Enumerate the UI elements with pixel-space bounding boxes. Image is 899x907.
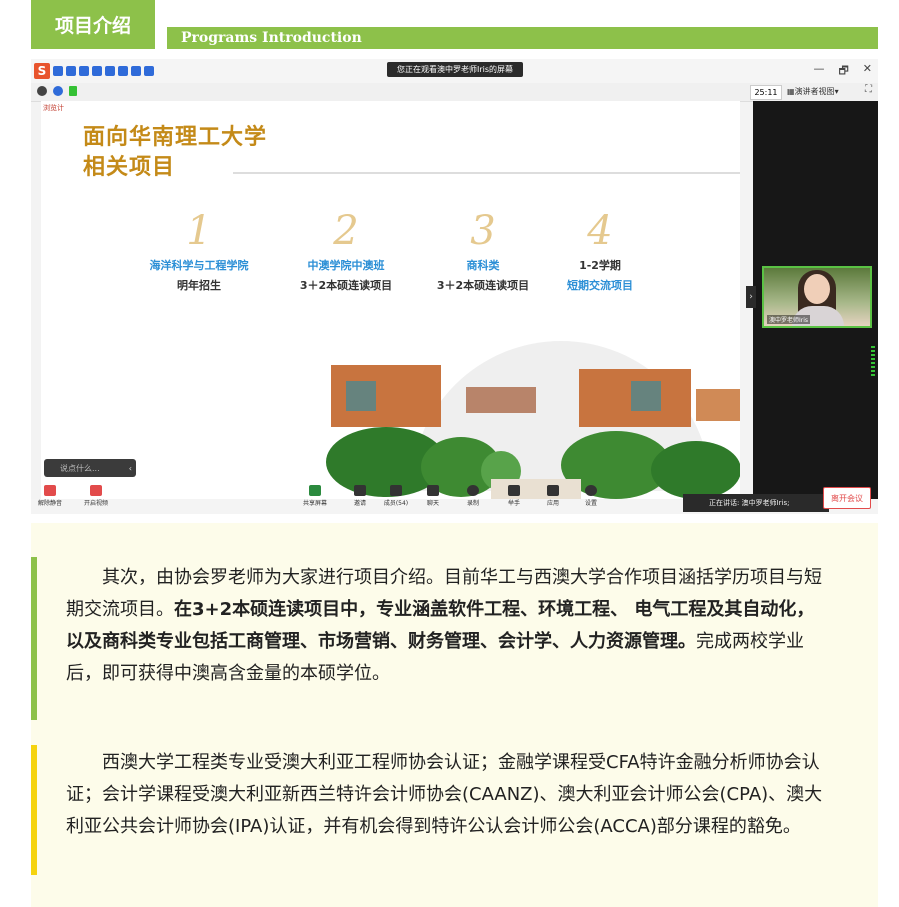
lang-icon[interactable] xyxy=(53,66,63,76)
program-item: 1 海洋科学与工程学院 明年招生 xyxy=(124,209,274,293)
mute-button[interactable]: 解除静音 xyxy=(33,485,67,507)
grid-icon[interactable] xyxy=(144,66,154,76)
slide-title-line1: 面向华南理工大学 xyxy=(83,125,268,150)
section-subtitle: Programs Introduction xyxy=(167,27,878,49)
emoji-icon[interactable] xyxy=(79,66,89,76)
members-button[interactable]: 成员(54) xyxy=(379,485,413,507)
info-icon[interactable] xyxy=(37,86,47,96)
chat-button[interactable]: 聊天 xyxy=(416,485,450,507)
shared-slide: 浏览计 面向华南理工大学 相关项目 1 海洋科学与工程学院 明年招生 2 中澳学… xyxy=(41,101,740,499)
apps-button[interactable]: 应用 xyxy=(536,485,570,507)
chat-label: 聊天 xyxy=(426,500,439,507)
status-bar: 25:11 ▦ 演讲者视图 ▾ ⛶ xyxy=(31,83,878,102)
comment-placeholder: 说点什么... xyxy=(60,463,100,473)
camera-icon xyxy=(90,485,102,496)
program-line2: 3＋2本硕连读项目 xyxy=(299,279,393,292)
participant-name: 澳中罗老师Iris xyxy=(767,315,811,324)
article-paragraph-1: 其次，由协会罗老师为大家进行项目介绍。目前华工与西澳大学合作项目涵括学历项目与短… xyxy=(66,562,832,690)
video-face xyxy=(804,274,830,304)
apps-label: 应用 xyxy=(546,500,559,507)
minimize-button[interactable]: — xyxy=(813,62,824,81)
raise-hand-label: 举手 xyxy=(507,500,520,507)
program-item: 2 中澳学院中澳班 3＋2本硕连读项目 xyxy=(271,209,421,293)
skin-icon[interactable] xyxy=(118,66,128,76)
invite-button[interactable]: 邀请 xyxy=(343,485,377,507)
members-label: 成员(54) xyxy=(383,500,409,507)
speaker-view-button[interactable]: ▦ 演讲者视图 ▾ xyxy=(787,85,853,98)
title-bar: S 您正在观看澳中罗老师Iris的屏幕 — 🗗 ✕ xyxy=(31,59,878,83)
participant-video[interactable]: 澳中罗老师Iris xyxy=(762,266,872,328)
program-line1: 海洋科学与工程学院 xyxy=(149,259,249,272)
meeting-toolbar: 解除静音 开启视频 共享屏幕 邀请 成员(54) 聊天 录制 举手 应用 设置 … xyxy=(31,485,878,514)
slide-title-line2: 相关项目 xyxy=(83,155,176,180)
speaking-indicator: 正在讲话: 澳中罗老师Iris; xyxy=(683,494,829,512)
building-windows xyxy=(346,381,376,411)
record-button[interactable]: 录制 xyxy=(456,485,490,507)
building-windows xyxy=(631,381,661,411)
comment-input[interactable]: 说点什么... ‹ xyxy=(44,459,136,477)
meeting-screenshot: S 您正在观看澳中罗老师Iris的屏幕 — 🗗 ✕ 25:11 ▦ 演讲者视图 … xyxy=(31,59,878,514)
record-label: 录制 xyxy=(466,500,479,507)
video-button[interactable]: 开启视频 xyxy=(79,485,113,507)
volume-meter xyxy=(871,346,875,376)
article-paragraph-2: 西澳大学工程类专业受澳大利亚工程师协会认证；金融学课程受CFA特许金融分析师协会… xyxy=(66,752,823,837)
signal-icon xyxy=(69,86,77,96)
program-line2: 短期交流项目 xyxy=(567,279,633,292)
meeting-timer: 25:11 xyxy=(750,85,782,100)
punctuation-icon[interactable] xyxy=(66,66,76,76)
collapse-chevron-icon[interactable]: ‹ xyxy=(129,464,132,473)
raise-hand-icon xyxy=(508,485,520,496)
program-number: 2 xyxy=(333,208,359,254)
restore-button[interactable]: 🗗 xyxy=(838,62,848,81)
chat-icon xyxy=(427,485,439,496)
microphone-icon xyxy=(44,485,56,496)
shield-icon[interactable] xyxy=(53,86,63,96)
invite-label: 邀请 xyxy=(353,500,366,507)
video-label: 开启视频 xyxy=(83,500,108,507)
section-tab: 项目介绍 xyxy=(31,0,155,49)
invite-icon xyxy=(354,485,366,496)
speaker-view-label: 演讲者视图 xyxy=(794,87,835,96)
program-number: 1 xyxy=(186,208,212,254)
mute-label: 解除静音 xyxy=(37,500,62,507)
sidebar-toggle-icon[interactable]: › xyxy=(746,286,756,308)
apps-icon xyxy=(547,485,559,496)
program-line2: 明年招生 xyxy=(177,279,221,292)
share-screen-button[interactable]: 共享屏幕 xyxy=(298,485,332,507)
program-line1: 中澳学院中澳班 xyxy=(307,259,385,272)
tree xyxy=(651,441,740,499)
top-toolbar-icons: S xyxy=(34,63,154,79)
paragraph-accent-bar xyxy=(31,557,37,720)
building-far-right xyxy=(696,389,740,421)
program-item: 4 1-2学期 短期交流项目 xyxy=(525,209,675,293)
leave-meeting-button[interactable]: 离开会议 xyxy=(823,487,871,509)
mic-icon[interactable] xyxy=(92,66,102,76)
window-controls: — 🗗 ✕ xyxy=(813,62,872,81)
record-icon xyxy=(467,485,479,496)
app-logo-icon: S xyxy=(34,63,50,79)
raise-hand-button[interactable]: 举手 xyxy=(497,485,531,507)
keyboard-icon[interactable] xyxy=(105,66,115,76)
program-number: 4 xyxy=(587,208,613,254)
close-button[interactable]: ✕ xyxy=(863,62,872,81)
shirt-icon[interactable] xyxy=(131,66,141,76)
paragraph-accent-bar xyxy=(31,745,37,875)
settings-icon xyxy=(585,485,597,496)
members-icon xyxy=(390,485,402,496)
slide-corner-label: 浏览计 xyxy=(43,104,64,112)
sharing-notice: 您正在观看澳中罗老师Iris的屏幕 xyxy=(387,62,523,77)
settings-label: 设置 xyxy=(584,500,597,507)
settings-button[interactable]: 设置 xyxy=(574,485,608,507)
article-section: 其次，由协会罗老师为大家进行项目介绍。目前华工与西澳大学合作项目涵括学历项目与短… xyxy=(31,523,878,907)
building-center xyxy=(466,387,536,413)
fullscreen-icon[interactable]: ⛶ xyxy=(865,84,872,95)
program-line1: 1-2学期 xyxy=(579,259,621,272)
title-divider xyxy=(233,172,740,174)
share-screen-icon xyxy=(309,485,321,496)
share-label: 共享屏幕 xyxy=(302,500,327,507)
campus-photo xyxy=(326,341,740,499)
